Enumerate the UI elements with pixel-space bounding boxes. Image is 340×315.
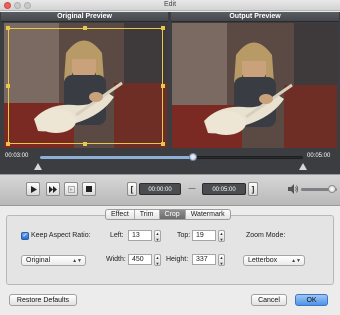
restore-defaults-button[interactable]: Restore Defaults <box>9 294 77 306</box>
original-preview-header: Original Preview <box>1 12 168 22</box>
keep-aspect-ratio-checkbox[interactable]: ✓ <box>21 232 29 240</box>
crop-handle-right[interactable] <box>161 84 165 88</box>
trim-end-marker[interactable] <box>299 163 307 170</box>
chevron-updown-icon: ▲▼ <box>291 258 301 264</box>
time-range-separator: — <box>188 185 196 192</box>
clip-button[interactable] <box>64 182 78 196</box>
aspect-ratio-select[interactable]: Original ▲▼ <box>21 255 86 266</box>
edit-tab-bar: Effect Trim Crop Watermark <box>105 209 231 220</box>
ok-button[interactable]: OK <box>295 294 328 306</box>
current-time-label: 00:03:00 <box>5 153 29 159</box>
output-video-frame <box>172 23 337 148</box>
set-start-button[interactable]: [ <box>127 182 137 196</box>
bracket-right-icon: ] <box>251 184 255 194</box>
window-title: Edit <box>163 1 177 8</box>
next-frame-icon <box>49 185 57 193</box>
output-preview-frame <box>172 23 337 148</box>
zoom-mode-value: Letterbox <box>248 257 278 264</box>
top-label: Top: <box>177 232 191 239</box>
left-offset-stepper[interactable]: ▲ ▼ <box>154 230 161 242</box>
play-icon <box>30 185 37 193</box>
chevron-updown-icon: ▲▼ <box>72 258 82 264</box>
crop-handle-bottom-left[interactable] <box>6 142 10 146</box>
timeline-playhead[interactable] <box>188 153 197 161</box>
tab-watermark[interactable]: Watermark <box>186 210 230 219</box>
left-label: Left: <box>110 232 124 239</box>
keep-aspect-ratio-label: Keep Aspect Ratio: <box>31 232 91 239</box>
width-label: Width: <box>106 256 126 263</box>
crop-handle-bottom[interactable] <box>83 142 87 146</box>
volume-slider-thumb[interactable] <box>327 185 336 193</box>
set-end-button[interactable]: ] <box>248 182 258 196</box>
volume-icon[interactable] <box>287 183 299 195</box>
timeline-progress <box>40 156 193 159</box>
width-input[interactable]: 450 <box>128 254 152 265</box>
crop-rectangle[interactable] <box>8 28 163 144</box>
top-offset-input[interactable]: 19 <box>192 230 216 241</box>
height-input[interactable]: 337 <box>192 254 216 265</box>
aspect-ratio-value: Original <box>26 257 51 264</box>
play-button[interactable] <box>26 182 40 196</box>
stop-icon <box>86 186 92 192</box>
crop-handle-top[interactable] <box>83 26 87 30</box>
end-time-label: 00:05:00 <box>307 153 331 159</box>
height-stepper[interactable]: ▲ ▼ <box>218 254 225 266</box>
crop-handle-top-right[interactable] <box>161 26 165 30</box>
stop-button[interactable] <box>82 182 96 196</box>
end-time-field[interactable]: 00:05:00 <box>202 183 246 195</box>
clip-icon <box>67 185 75 193</box>
trim-start-marker[interactable] <box>34 163 42 170</box>
top-offset-stepper[interactable]: ▲ ▼ <box>218 230 225 242</box>
crop-handle-bottom-right[interactable] <box>161 142 165 146</box>
height-label: Height: <box>166 256 189 263</box>
edit-settings-panel <box>6 215 334 285</box>
cancel-button[interactable]: Cancel <box>251 294 287 306</box>
tab-effect[interactable]: Effect <box>106 210 135 219</box>
width-stepper[interactable]: ▲ ▼ <box>154 254 161 266</box>
crop-handle-top-left[interactable] <box>6 26 10 30</box>
tab-trim[interactable]: Trim <box>135 210 160 219</box>
left-offset-input[interactable]: 13 <box>128 230 152 241</box>
start-time-field[interactable]: 00:00:00 <box>139 183 181 195</box>
tab-crop[interactable]: Crop <box>159 210 186 219</box>
output-preview-header: Output Preview <box>171 12 339 22</box>
next-frame-button[interactable] <box>46 182 60 196</box>
zoom-mode-select[interactable]: Letterbox ▲▼ <box>243 255 305 266</box>
bracket-left-icon: [ <box>130 184 134 194</box>
zoom-mode-label: Zoom Mode: <box>246 232 286 239</box>
crop-handle-left[interactable] <box>6 84 10 88</box>
